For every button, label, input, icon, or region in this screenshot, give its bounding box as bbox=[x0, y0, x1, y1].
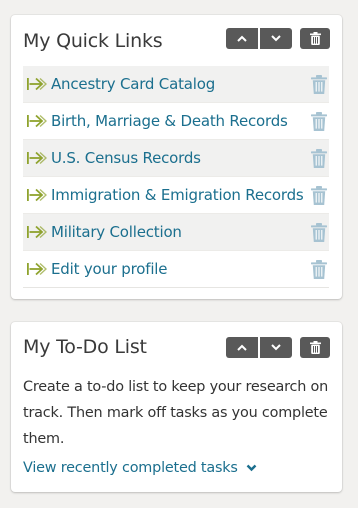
chevron-down-icon bbox=[271, 344, 281, 351]
trash-icon[interactable] bbox=[311, 75, 327, 94]
todo-controls bbox=[226, 337, 330, 358]
quick-links-card: My Quick Links Ancestry Card Catalog Bir… bbox=[11, 15, 342, 299]
quick-link-row: U.S. Census Records bbox=[23, 140, 329, 177]
move-down-button[interactable] bbox=[260, 28, 292, 49]
trash-icon bbox=[309, 341, 321, 354]
quick-link-label[interactable]: Military Collection bbox=[51, 223, 182, 241]
move-up-button[interactable] bbox=[226, 337, 258, 358]
quick-links-list: Ancestry Card Catalog Birth, Marriage & … bbox=[23, 66, 329, 288]
chevron-down-icon bbox=[271, 35, 281, 42]
quick-link-row: Birth, Marriage & Death Records bbox=[23, 103, 329, 140]
quick-link-label[interactable]: Immigration & Emigration Records bbox=[51, 186, 304, 204]
trash-icon[interactable] bbox=[311, 223, 327, 242]
link-arrow-icon bbox=[27, 187, 49, 203]
quick-link-row: Immigration & Emigration Records bbox=[23, 177, 329, 214]
quick-link-label[interactable]: Edit your profile bbox=[51, 260, 167, 278]
trash-icon[interactable] bbox=[311, 260, 327, 279]
todo-title: My To-Do List bbox=[23, 336, 147, 358]
quick-links-title: My Quick Links bbox=[23, 30, 163, 52]
quick-link-label[interactable]: U.S. Census Records bbox=[51, 149, 201, 167]
trash-icon[interactable] bbox=[311, 186, 327, 205]
move-up-button[interactable] bbox=[226, 28, 258, 49]
trash-icon bbox=[309, 32, 321, 45]
trash-icon[interactable] bbox=[311, 149, 327, 168]
todo-description: Create a to-do list to keep your researc… bbox=[23, 379, 329, 447]
quick-links-controls bbox=[226, 28, 330, 49]
chevron-down-icon bbox=[246, 464, 257, 472]
link-arrow-icon bbox=[27, 224, 49, 240]
trash-icon[interactable] bbox=[311, 112, 327, 131]
chevron-up-icon bbox=[237, 35, 247, 42]
quick-link-row: Military Collection bbox=[23, 214, 329, 251]
quick-link-label[interactable]: Birth, Marriage & Death Records bbox=[51, 112, 288, 130]
quick-link-row: Ancestry Card Catalog bbox=[23, 66, 329, 103]
link-arrow-icon bbox=[27, 261, 49, 277]
chevron-up-icon bbox=[237, 344, 247, 351]
link-arrow-icon bbox=[27, 113, 49, 129]
quick-link-row: Edit your profile bbox=[23, 251, 329, 288]
move-down-button[interactable] bbox=[260, 337, 292, 358]
delete-widget-button[interactable] bbox=[300, 337, 330, 358]
delete-widget-button[interactable] bbox=[300, 28, 330, 49]
view-completed-tasks-label: View recently completed tasks bbox=[23, 460, 238, 476]
view-completed-tasks-link[interactable]: View recently completed tasks bbox=[23, 460, 257, 476]
link-arrow-icon bbox=[27, 150, 49, 166]
todo-card: My To-Do List Create a to-do list to kee… bbox=[11, 322, 342, 492]
quick-link-label[interactable]: Ancestry Card Catalog bbox=[51, 75, 215, 93]
link-arrow-icon bbox=[27, 76, 49, 92]
